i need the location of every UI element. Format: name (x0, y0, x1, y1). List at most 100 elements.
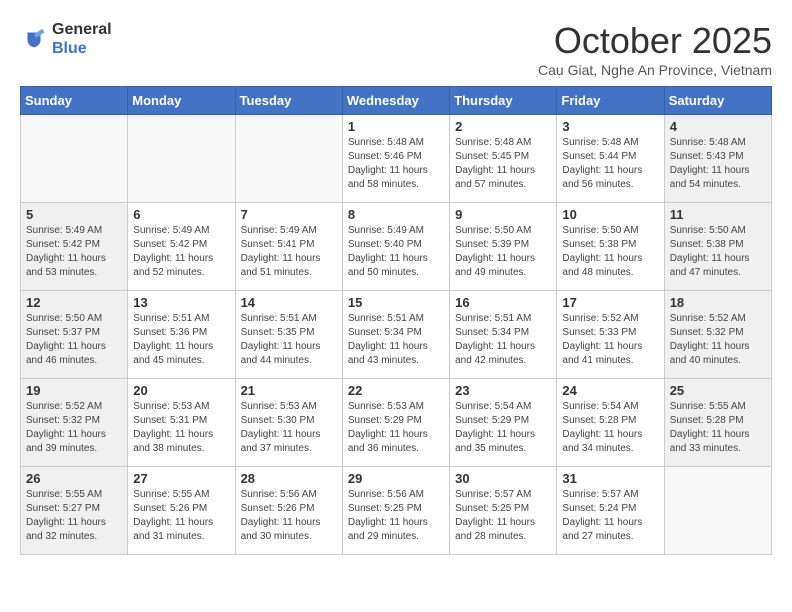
day-detail: Sunrise: 5:48 AM Sunset: 5:44 PM Dayligh… (562, 136, 658, 192)
day-number: 17 (562, 295, 658, 310)
day-detail: Sunrise: 5:55 AM Sunset: 5:27 PM Dayligh… (26, 488, 122, 544)
calendar-cell: 15 Sunrise: 5:51 AM Sunset: 5:34 PM Dayli… (342, 291, 449, 379)
day-number: 8 (348, 207, 444, 222)
week-row-1: 1 Sunrise: 5:48 AM Sunset: 5:46 PM Daylig… (21, 115, 772, 203)
weekday-header-saturday: Saturday (664, 87, 771, 115)
day-detail: Sunrise: 5:52 AM Sunset: 5:32 PM Dayligh… (26, 400, 122, 456)
day-number: 24 (562, 383, 658, 398)
day-number: 19 (26, 383, 122, 398)
calendar-cell: 27Sunrise: 5:55 AM Sunset: 5:26 PM Dayli… (128, 467, 235, 555)
day-detail: Sunrise: 5:49 AM Sunset: 5:42 PM Dayligh… (133, 224, 229, 280)
day-number: 15 (348, 295, 444, 310)
day-detail: Sunrise: 5:50 AM Sunset: 5:38 PM Dayligh… (670, 224, 766, 280)
day-detail: Sunrise: 5:51 AM Sunset: 5:36 PM Dayligh… (133, 312, 229, 368)
day-number: 14 (241, 295, 337, 310)
calendar-cell: 11Sunrise: 5:50 AM Sunset: 5:38 PM Dayli… (664, 203, 771, 291)
day-number: 22 (348, 383, 444, 398)
day-detail: Sunrise: 5:57 AM Sunset: 5:24 PM Dayligh… (562, 488, 658, 544)
calendar-cell: 18 Sunrise: 5:52 AM Sunset: 5:32 PM Dayli… (664, 291, 771, 379)
day-detail: Sunrise: 5:53 AM Sunset: 5:29 PM Dayligh… (348, 400, 444, 456)
weekday-header-wednesday: Wednesday (342, 87, 449, 115)
day-number: 7 (241, 207, 337, 222)
calendar-cell: 29 Sunrise: 5:56 AM Sunset: 5:25 PM Dayli… (342, 467, 449, 555)
day-detail: Sunrise: 5:55 AM Sunset: 5:28 PM Dayligh… (670, 400, 766, 456)
calendar-cell: 30 Sunrise: 5:57 AM Sunset: 5:25 PM Dayli… (450, 467, 557, 555)
week-row-4: 19 Sunrise: 5:52 AM Sunset: 5:32 PM Dayli… (21, 379, 772, 467)
page-header: General Blue October 2025 Cau Giat, Nghe… (20, 20, 772, 78)
day-number: 2 (455, 119, 551, 134)
logo: General Blue (20, 20, 112, 58)
day-number: 12 (26, 295, 122, 310)
header-row: SundayMondayTuesdayWednesdayThursdayFrid… (21, 87, 772, 115)
day-number: 13 (133, 295, 229, 310)
day-number: 28 (241, 471, 337, 486)
calendar-table: SundayMondayTuesdayWednesdayThursdayFrid… (20, 86, 772, 555)
weekday-header-sunday: Sunday (21, 87, 128, 115)
day-detail: Sunrise: 5:49 AM Sunset: 5:41 PM Dayligh… (241, 224, 337, 280)
day-detail: Sunrise: 5:50 AM Sunset: 5:38 PM Dayligh… (562, 224, 658, 280)
calendar-cell: 23Sunrise: 5:54 AM Sunset: 5:29 PM Dayli… (450, 379, 557, 467)
day-detail: Sunrise: 5:49 AM Sunset: 5:40 PM Dayligh… (348, 224, 444, 280)
day-number: 29 (348, 471, 444, 486)
day-number: 5 (26, 207, 122, 222)
calendar-cell: 16 Sunrise: 5:51 AM Sunset: 5:34 PM Dayli… (450, 291, 557, 379)
day-detail: Sunrise: 5:54 AM Sunset: 5:29 PM Dayligh… (455, 400, 551, 456)
day-detail: Sunrise: 5:51 AM Sunset: 5:35 PM Dayligh… (241, 312, 337, 368)
day-detail: Sunrise: 5:48 AM Sunset: 5:46 PM Dayligh… (348, 136, 444, 192)
day-number: 18 (670, 295, 766, 310)
calendar-cell: 2 Sunrise: 5:48 AM Sunset: 5:45 PM Daylig… (450, 115, 557, 203)
day-number: 21 (241, 383, 337, 398)
month-title: October 2025 (538, 20, 772, 62)
calendar-cell: 24Sunrise: 5:54 AM Sunset: 5:28 PM Dayli… (557, 379, 664, 467)
calendar-cell: 26 Sunrise: 5:55 AM Sunset: 5:27 PM Dayli… (21, 467, 128, 555)
day-number: 10 (562, 207, 658, 222)
calendar-cell (21, 115, 128, 203)
calendar-cell: 28 Sunrise: 5:56 AM Sunset: 5:26 PM Dayli… (235, 467, 342, 555)
calendar-cell (235, 115, 342, 203)
week-row-3: 12 Sunrise: 5:50 AM Sunset: 5:37 PM Dayli… (21, 291, 772, 379)
calendar-cell: 22 Sunrise: 5:53 AM Sunset: 5:29 PM Dayli… (342, 379, 449, 467)
week-row-2: 5 Sunrise: 5:49 AM Sunset: 5:42 PM Daylig… (21, 203, 772, 291)
calendar-cell: 5 Sunrise: 5:49 AM Sunset: 5:42 PM Daylig… (21, 203, 128, 291)
day-detail: Sunrise: 5:51 AM Sunset: 5:34 PM Dayligh… (455, 312, 551, 368)
day-number: 26 (26, 471, 122, 486)
weekday-header-thursday: Thursday (450, 87, 557, 115)
calendar-cell (128, 115, 235, 203)
calendar-cell: 19 Sunrise: 5:52 AM Sunset: 5:32 PM Dayli… (21, 379, 128, 467)
day-detail: Sunrise: 5:53 AM Sunset: 5:31 PM Dayligh… (133, 400, 229, 456)
calendar-cell: 3Sunrise: 5:48 AM Sunset: 5:44 PM Daylig… (557, 115, 664, 203)
day-number: 1 (348, 119, 444, 134)
day-detail: Sunrise: 5:49 AM Sunset: 5:42 PM Dayligh… (26, 224, 122, 280)
day-detail: Sunrise: 5:53 AM Sunset: 5:30 PM Dayligh… (241, 400, 337, 456)
day-detail: Sunrise: 5:50 AM Sunset: 5:37 PM Dayligh… (26, 312, 122, 368)
day-detail: Sunrise: 5:48 AM Sunset: 5:43 PM Dayligh… (670, 136, 766, 192)
day-number: 31 (562, 471, 658, 486)
day-detail: Sunrise: 5:57 AM Sunset: 5:25 PM Dayligh… (455, 488, 551, 544)
logo-text: General Blue (52, 20, 112, 58)
logo-icon (20, 25, 48, 53)
calendar-cell: 12 Sunrise: 5:50 AM Sunset: 5:37 PM Dayli… (21, 291, 128, 379)
day-detail: Sunrise: 5:56 AM Sunset: 5:26 PM Dayligh… (241, 488, 337, 544)
day-detail: Sunrise: 5:52 AM Sunset: 5:32 PM Dayligh… (670, 312, 766, 368)
week-row-5: 26 Sunrise: 5:55 AM Sunset: 5:27 PM Dayli… (21, 467, 772, 555)
calendar-cell: 17Sunrise: 5:52 AM Sunset: 5:33 PM Dayli… (557, 291, 664, 379)
day-number: 25 (670, 383, 766, 398)
weekday-header-tuesday: Tuesday (235, 87, 342, 115)
day-detail: Sunrise: 5:56 AM Sunset: 5:25 PM Dayligh… (348, 488, 444, 544)
calendar-cell: 9Sunrise: 5:50 AM Sunset: 5:39 PM Daylig… (450, 203, 557, 291)
day-number: 4 (670, 119, 766, 134)
weekday-header-monday: Monday (128, 87, 235, 115)
calendar-cell: 31 Sunrise: 5:57 AM Sunset: 5:24 PM Dayli… (557, 467, 664, 555)
calendar-cell: 1 Sunrise: 5:48 AM Sunset: 5:46 PM Daylig… (342, 115, 449, 203)
calendar-cell: 21 Sunrise: 5:53 AM Sunset: 5:30 PM Dayli… (235, 379, 342, 467)
day-detail: Sunrise: 5:50 AM Sunset: 5:39 PM Dayligh… (455, 224, 551, 280)
calendar-cell: 14 Sunrise: 5:51 AM Sunset: 5:35 PM Dayli… (235, 291, 342, 379)
day-number: 6 (133, 207, 229, 222)
calendar-cell: 10 Sunrise: 5:50 AM Sunset: 5:38 PM Dayli… (557, 203, 664, 291)
day-number: 27 (133, 471, 229, 486)
day-number: 16 (455, 295, 551, 310)
day-detail: Sunrise: 5:48 AM Sunset: 5:45 PM Dayligh… (455, 136, 551, 192)
day-detail: Sunrise: 5:51 AM Sunset: 5:34 PM Dayligh… (348, 312, 444, 368)
location: Cau Giat, Nghe An Province, Vietnam (538, 62, 772, 78)
day-number: 30 (455, 471, 551, 486)
